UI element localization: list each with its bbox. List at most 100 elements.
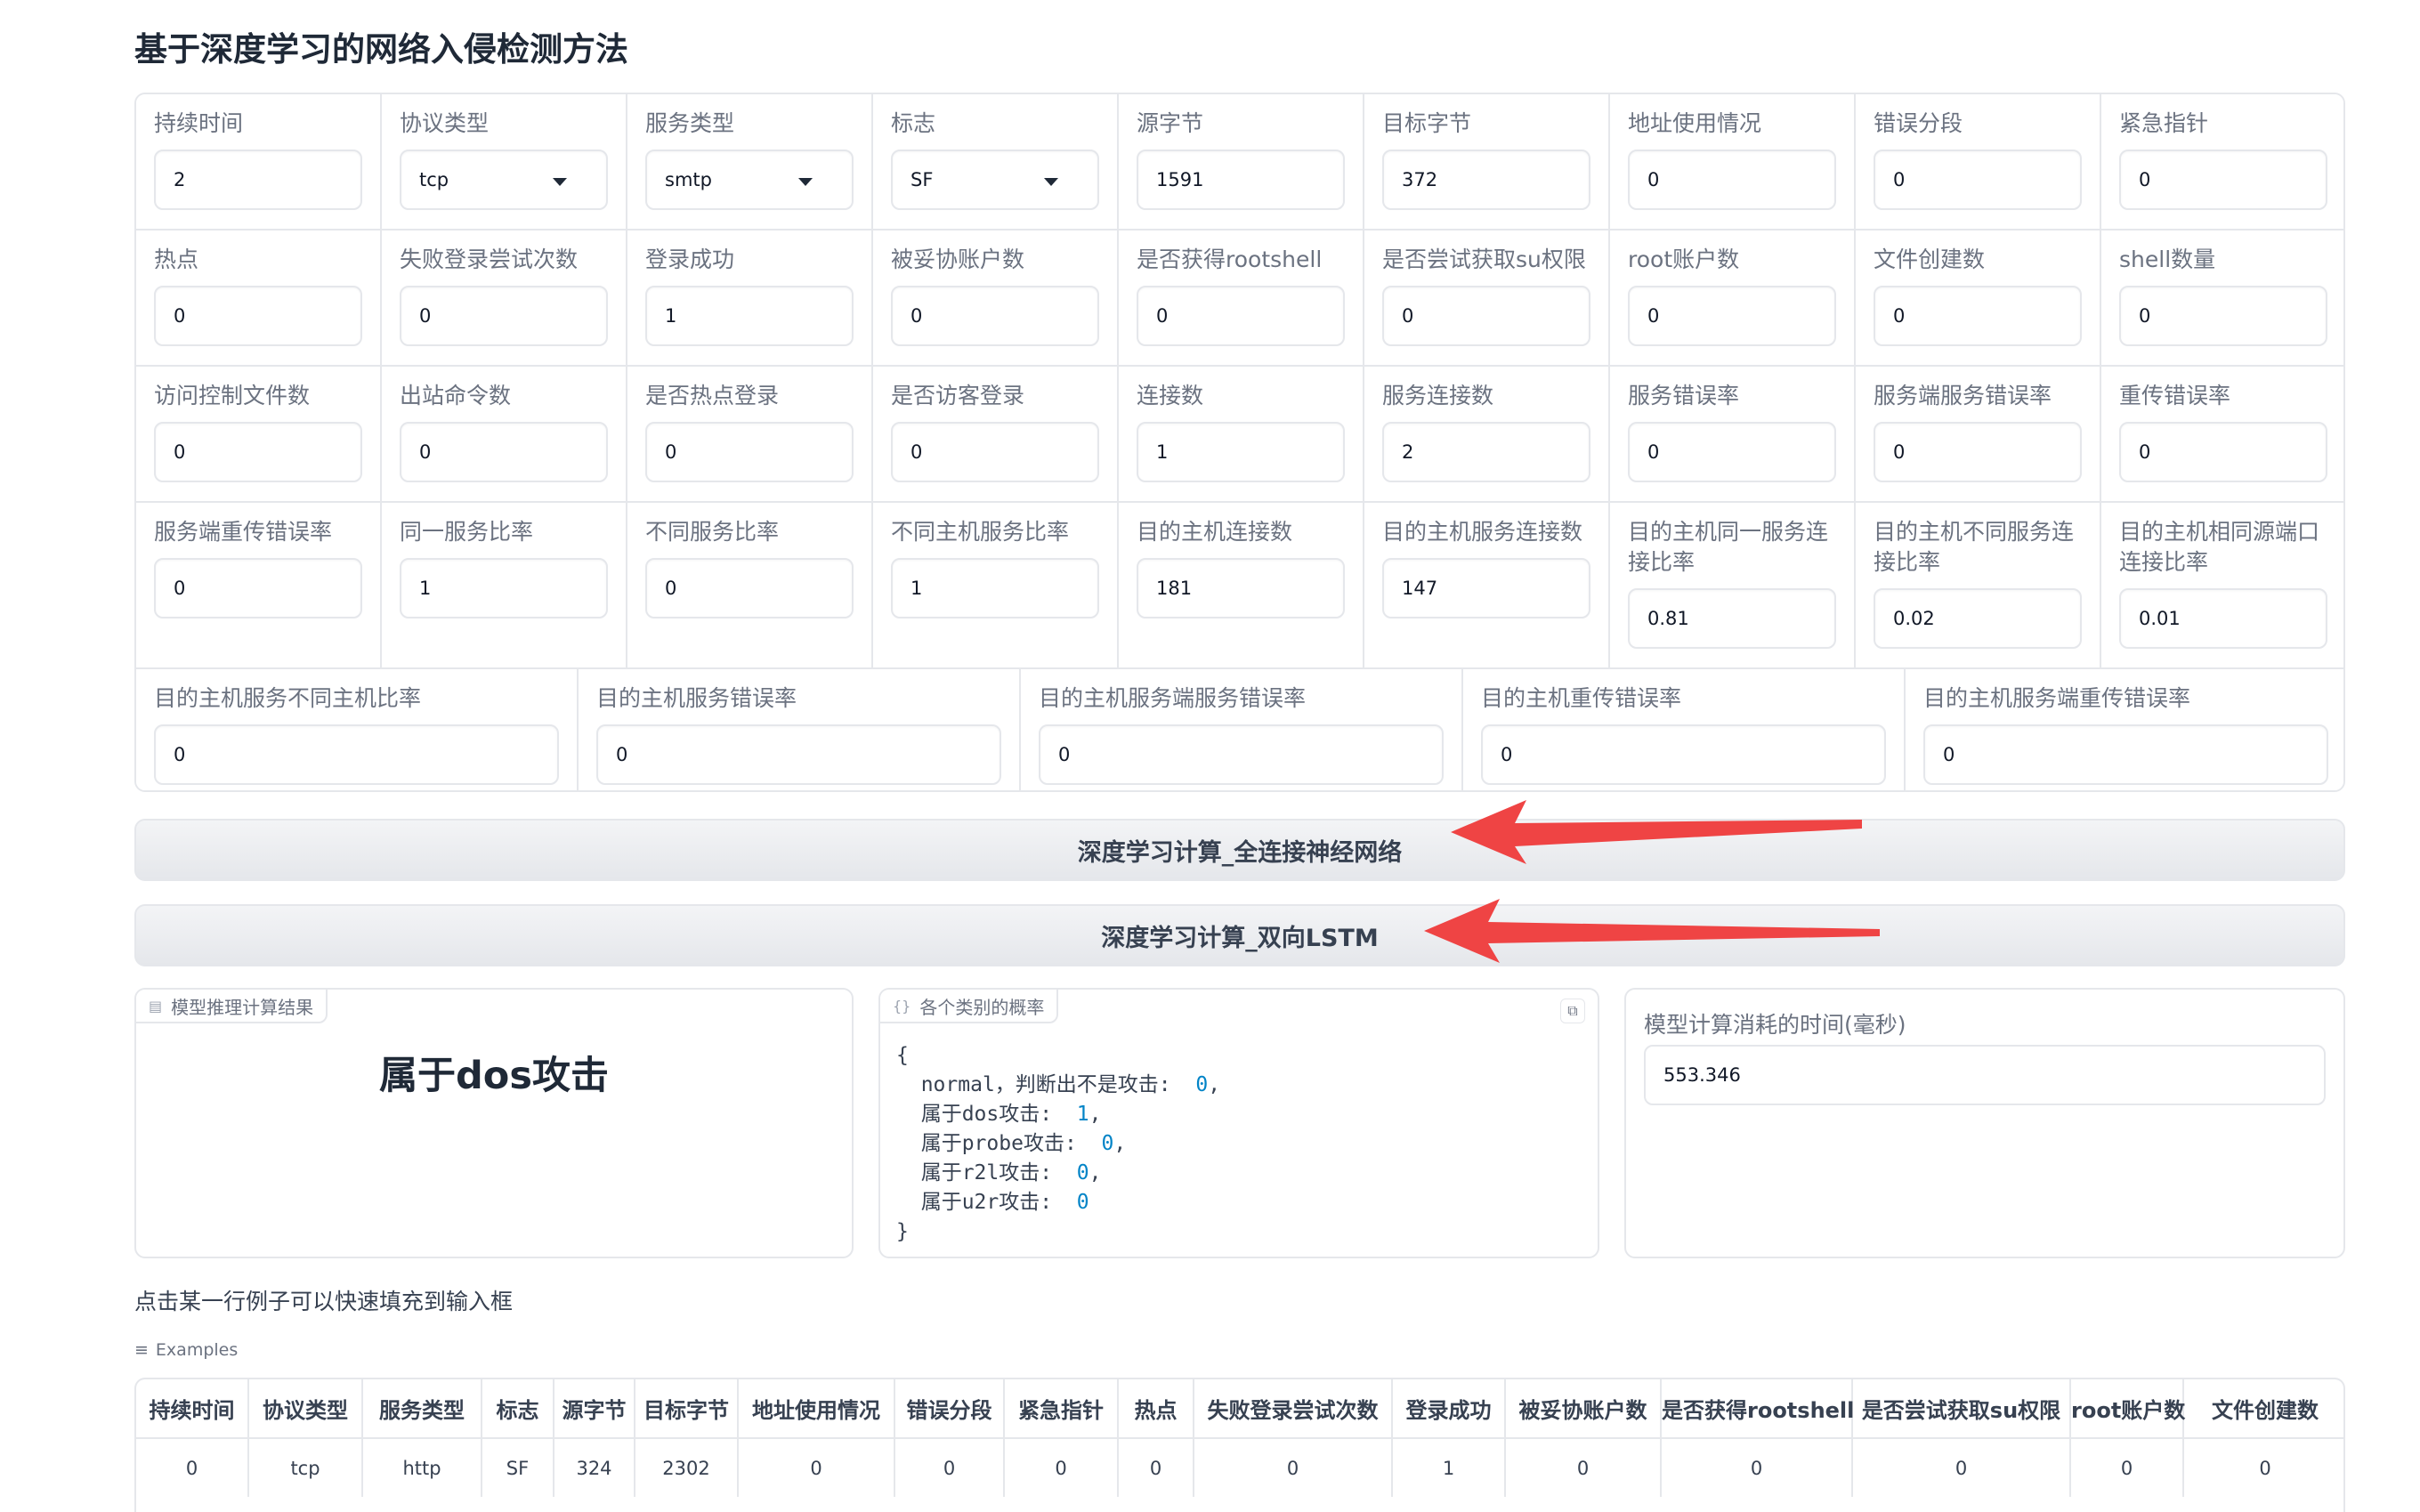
table-row[interactable]: 0 tcp http SF 324 2302 0 0 0 0 0 1 0 0 0 0 0 xyxy=(136,1438,2343,1497)
field-label: 服务类型 xyxy=(645,110,735,136)
field-input[interactable]: 0 xyxy=(1481,724,1886,785)
field-input[interactable]: 1 xyxy=(891,558,1099,619)
table-cell: 0 xyxy=(2183,1438,2343,1497)
field-input[interactable]: 147 xyxy=(1382,558,1590,619)
field-input[interactable]: 1 xyxy=(400,558,608,619)
field-input[interactable]: 0 xyxy=(1874,422,2082,482)
field-value: 0 xyxy=(1943,744,1955,765)
json-open-brace: { xyxy=(896,1044,909,1067)
examples-hint: 点击某一行例子可以快速填充到输入框 xyxy=(134,1289,514,1314)
field-input[interactable]: 0 xyxy=(1923,724,2328,785)
field-input[interactable]: 1 xyxy=(1137,422,1345,482)
field-label: 目标字节 xyxy=(1382,110,1472,136)
field-18: 访问控制文件数 0 xyxy=(136,367,382,503)
field-input[interactable]: 0 xyxy=(400,422,608,482)
field-input[interactable]: 0.01 xyxy=(2119,588,2327,649)
field-input[interactable]: 0 xyxy=(2119,422,2327,482)
field-label: 目的主机同一服务连接比率 xyxy=(1628,519,1829,575)
field-label: 同一服务比率 xyxy=(400,519,534,545)
table-cell: 1 xyxy=(1392,1438,1506,1497)
field-select[interactable]: smtp xyxy=(645,150,854,210)
field-value: 0 xyxy=(1647,305,1660,327)
field-label: 访问控制文件数 xyxy=(154,383,311,408)
field-value: 0 xyxy=(419,305,432,327)
field-value: 0 xyxy=(1501,744,1513,765)
field-input[interactable]: 0.81 xyxy=(1628,588,1836,649)
field-label: 不同主机服务比率 xyxy=(891,519,1070,545)
field-input[interactable]: 0 xyxy=(1628,422,1836,482)
field-input[interactable]: 0 xyxy=(1874,150,2082,210)
field-label: 是否访客登录 xyxy=(891,383,1025,408)
field-value: 0.01 xyxy=(2139,608,2181,629)
field-input[interactable]: 0 xyxy=(154,724,559,785)
field-input[interactable]: 0 xyxy=(1382,286,1590,346)
field-input[interactable]: 0 xyxy=(154,422,362,482)
field-input[interactable]: 0 xyxy=(2119,150,2327,210)
time-output[interactable]: 553.346 xyxy=(1644,1045,2326,1105)
field-label: 连接数 xyxy=(1137,383,1204,408)
field-29: 不同服务比率 0 xyxy=(627,503,873,669)
column-header: 服务类型 xyxy=(362,1379,482,1439)
copy-icon[interactable]: ⧉ xyxy=(1560,999,1585,1023)
table-cell: 324 xyxy=(554,1438,635,1497)
field-label: 目的主机服务端重传错误率 xyxy=(1923,685,2191,711)
result-panel-label: ▤ 模型推理计算结果 xyxy=(136,990,328,1023)
field-value: 0 xyxy=(2139,305,2151,327)
field-11: 登录成功 1 xyxy=(627,230,873,367)
field-input[interactable]: 0 xyxy=(1628,286,1836,346)
field-input[interactable]: 0.02 xyxy=(1874,588,2082,649)
field-value: 0 xyxy=(419,441,432,463)
field-12: 被妥协账户数 0 xyxy=(873,230,1119,367)
field-33: 目的主机同一服务连接比率 0.81 xyxy=(1610,503,1856,669)
field-select[interactable]: tcp xyxy=(400,150,608,210)
field-value: 0 xyxy=(174,578,186,599)
dropdown-caret-icon xyxy=(553,178,567,186)
field-input[interactable]: 0 xyxy=(154,558,362,619)
result-text: 属于dos攻击 xyxy=(379,1054,609,1098)
field-label: 标志 xyxy=(891,110,936,136)
field-input[interactable]: 0 xyxy=(1137,286,1345,346)
field-input[interactable]: 0 xyxy=(596,724,1001,785)
field-input[interactable]: 0 xyxy=(891,286,1099,346)
field-value: 0 xyxy=(1893,305,1906,327)
field-input[interactable]: 2 xyxy=(1382,422,1590,482)
field-39: 目的主机重传错误率 0 xyxy=(1463,669,1906,790)
field-select[interactable]: SF xyxy=(891,150,1099,210)
field-input[interactable]: 372 xyxy=(1382,150,1590,210)
field-label: 目的主机重传错误率 xyxy=(1481,685,1682,711)
table-cell: 0 xyxy=(1661,1438,1853,1497)
column-header: 是否尝试获取su权限 xyxy=(1852,1379,2071,1439)
bar-chart-icon: ▤ xyxy=(149,997,163,1015)
field-input[interactable]: 0 xyxy=(645,422,854,482)
compute-fc-button[interactable]: 深度学习计算_全连接神经网络 xyxy=(134,819,2345,881)
field-label: 是否获得rootshell xyxy=(1137,247,1323,272)
field-input[interactable]: 181 xyxy=(1137,558,1345,619)
field-value: 1 xyxy=(1156,441,1169,463)
field-input[interactable]: 0 xyxy=(1874,286,2082,346)
field-label: 服务错误率 xyxy=(1628,383,1740,408)
field-value: 2 xyxy=(174,169,186,190)
field-input[interactable]: 0 xyxy=(1039,724,1444,785)
compute-lstm-button[interactable]: 深度学习计算_双向LSTM xyxy=(134,904,2345,966)
field-value: 0 xyxy=(174,441,186,463)
field-label: 目的主机服务连接数 xyxy=(1382,519,1583,545)
field-input[interactable]: 0 xyxy=(154,286,362,346)
field-input[interactable]: 0 xyxy=(2119,286,2327,346)
field-input[interactable]: 1591 xyxy=(1137,150,1345,210)
field-label: 失败登录尝试次数 xyxy=(400,247,579,272)
field-14: 是否尝试获取su权限 0 xyxy=(1364,230,1610,367)
field-24: 服务错误率 0 xyxy=(1610,367,1856,503)
field-input[interactable]: 0 xyxy=(891,422,1099,482)
field-value: 0 xyxy=(1893,169,1906,190)
dropdown-caret-icon xyxy=(1044,178,1058,186)
field-label: 服务端服务错误率 xyxy=(1874,383,2052,408)
field-value: 0.81 xyxy=(1647,608,1689,629)
json-braces-icon: {} xyxy=(893,997,911,1015)
field-input[interactable]: 0 xyxy=(400,286,608,346)
field-input[interactable]: 0 xyxy=(1628,150,1836,210)
field-input[interactable]: 0 xyxy=(645,558,854,619)
field-input[interactable]: 2 xyxy=(154,150,362,210)
field-input[interactable]: 1 xyxy=(645,286,854,346)
red-arrow-annotation xyxy=(1424,899,1880,963)
table-cell: 0 xyxy=(1118,1438,1194,1497)
